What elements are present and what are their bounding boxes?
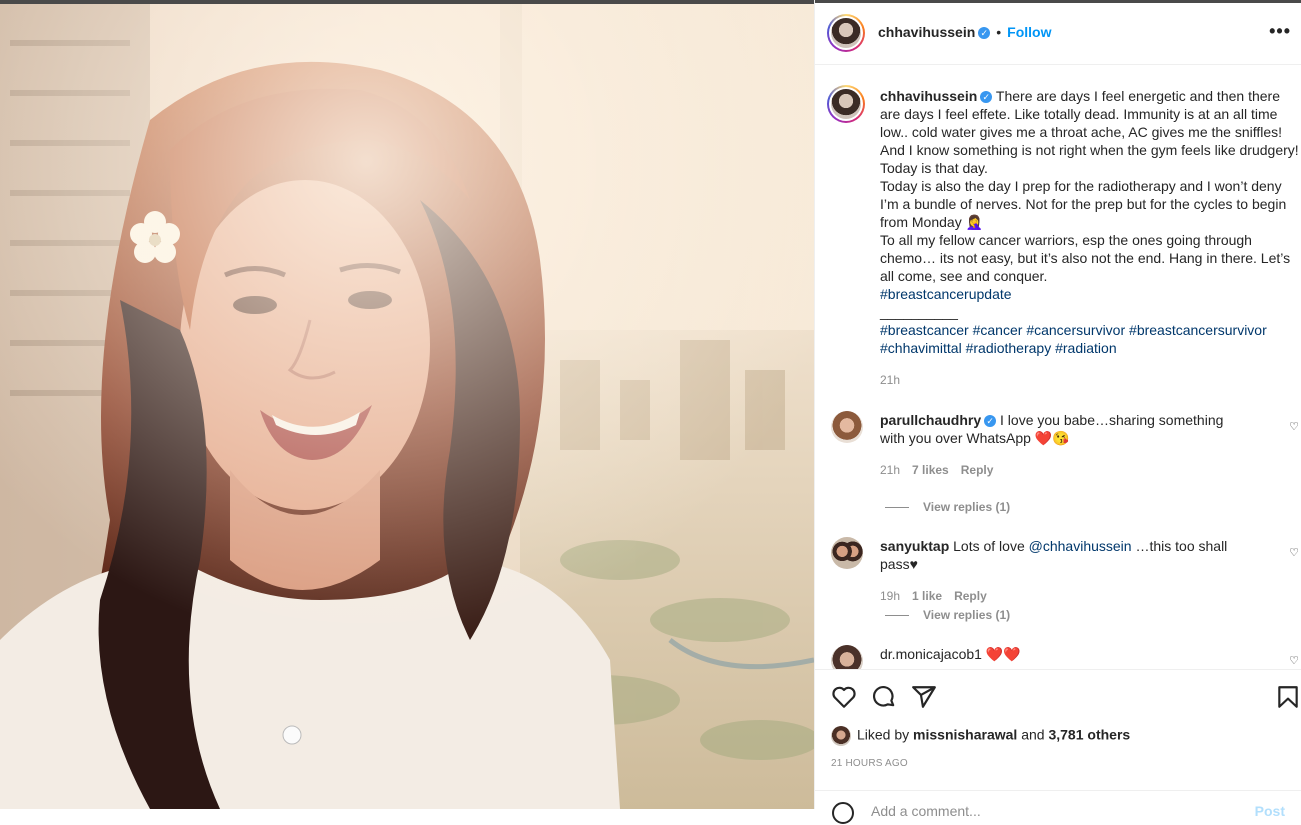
- hashtag-link[interactable]: #chhavimittal: [880, 340, 962, 356]
- verified-icon: ✓: [978, 26, 991, 39]
- reply-button[interactable]: Reply: [961, 463, 994, 477]
- commenter-avatar[interactable]: [831, 537, 863, 569]
- post-photo-selfie: [0, 0, 814, 809]
- post-side-panel: chhavihussein ✓ • Follow ••• chhavihussein ✓…: [814, 0, 1301, 824]
- hashtag-link[interactable]: #cancersurvivor: [1026, 322, 1125, 338]
- caption: chhavihussein ✓ There are days I feel ene…: [880, 87, 1300, 389]
- liker-avatar[interactable]: [831, 726, 851, 746]
- likes-count[interactable]: 3,781 others: [1048, 727, 1130, 743]
- comment-like-heart-icon[interactable]: ♡: [1289, 420, 1299, 433]
- post-actions-section: Liked by missnisharawal and 3,781 others…: [815, 669, 1301, 824]
- hashtag-link[interactable]: #breastcancersurvivor: [1129, 322, 1267, 338]
- post-comment-button[interactable]: Post: [1255, 803, 1285, 819]
- comment-icon[interactable]: [871, 684, 897, 710]
- post-image[interactable]: [0, 0, 814, 809]
- liked-by-prefix: Liked by: [857, 726, 910, 743]
- save-icon[interactable]: [1275, 684, 1301, 710]
- caption-avatar[interactable]: [827, 85, 865, 123]
- comment-like-heart-icon[interactable]: ♡: [1289, 546, 1299, 559]
- comment-text: Lots of love: [953, 538, 1025, 554]
- emoji-icon[interactable]: [831, 801, 855, 825]
- add-comment-input[interactable]: Add a comment...: [871, 803, 981, 819]
- comment-username[interactable]: dr.monicajacob1: [880, 646, 982, 662]
- liked-by-and: and: [1021, 726, 1045, 743]
- post-header: chhavihussein ✓ • Follow •••: [815, 3, 1301, 65]
- view-replies-button[interactable]: View replies (1): [885, 500, 1010, 514]
- caption-text-4: To all my fellow cancer warriors, esp th…: [880, 232, 1291, 284]
- comment-username[interactable]: parullchaudhry: [880, 412, 981, 428]
- separator-dot: •: [996, 24, 1002, 40]
- hashtag-link[interactable]: #breastcancer: [880, 322, 969, 338]
- caption-text-2: Today is that day.: [880, 160, 988, 176]
- comment-like-heart-icon[interactable]: ♡: [1289, 654, 1299, 667]
- add-comment-bar: Add a comment... Post: [815, 790, 1301, 824]
- comment-likes[interactable]: 7 likes: [912, 463, 949, 477]
- view-replies-button[interactable]: View replies (1): [885, 608, 1010, 622]
- hashtag-link[interactable]: #cancer: [973, 322, 1023, 338]
- share-icon[interactable]: [911, 684, 937, 710]
- mention-link[interactable]: @chhavihussein: [1029, 538, 1132, 554]
- verified-icon: ✓: [980, 91, 993, 104]
- reply-button[interactable]: Reply: [954, 589, 987, 603]
- commenter-avatar[interactable]: [831, 411, 863, 443]
- post-timestamp[interactable]: 21 HOURS AGO: [831, 758, 908, 769]
- author-avatar[interactable]: [827, 14, 865, 52]
- caption-text-3: Today is also the day I prep for the rad…: [880, 178, 1287, 230]
- comment-text: ❤️❤️: [985, 646, 1021, 662]
- comment-likes[interactable]: 1 like: [912, 589, 942, 603]
- caption-separator: __________: [880, 304, 958, 320]
- follow-button[interactable]: Follow: [1007, 24, 1051, 40]
- comment-time[interactable]: 19h: [880, 589, 900, 603]
- comment-username[interactable]: sanyuktap: [880, 538, 949, 554]
- caption-username[interactable]: chhavihussein: [880, 88, 977, 104]
- verified-icon: ✓: [984, 415, 997, 428]
- hashtag-link[interactable]: #radiotherapy: [966, 340, 1052, 356]
- author-username[interactable]: chhavihussein: [878, 24, 975, 40]
- liker-username[interactable]: missnisharawal: [913, 727, 1017, 743]
- likes-summary: Liked by missnisharawal and 3,781 others: [831, 726, 1130, 746]
- caption-time[interactable]: 21h: [880, 373, 900, 387]
- hashtag-link[interactable]: #radiation: [1055, 340, 1117, 356]
- heart-icon[interactable]: [831, 684, 857, 710]
- comment-time[interactable]: 21h: [880, 463, 900, 477]
- hashtag-link[interactable]: #breastcancerupdate: [880, 286, 1012, 302]
- more-icon[interactable]: •••: [1269, 21, 1291, 42]
